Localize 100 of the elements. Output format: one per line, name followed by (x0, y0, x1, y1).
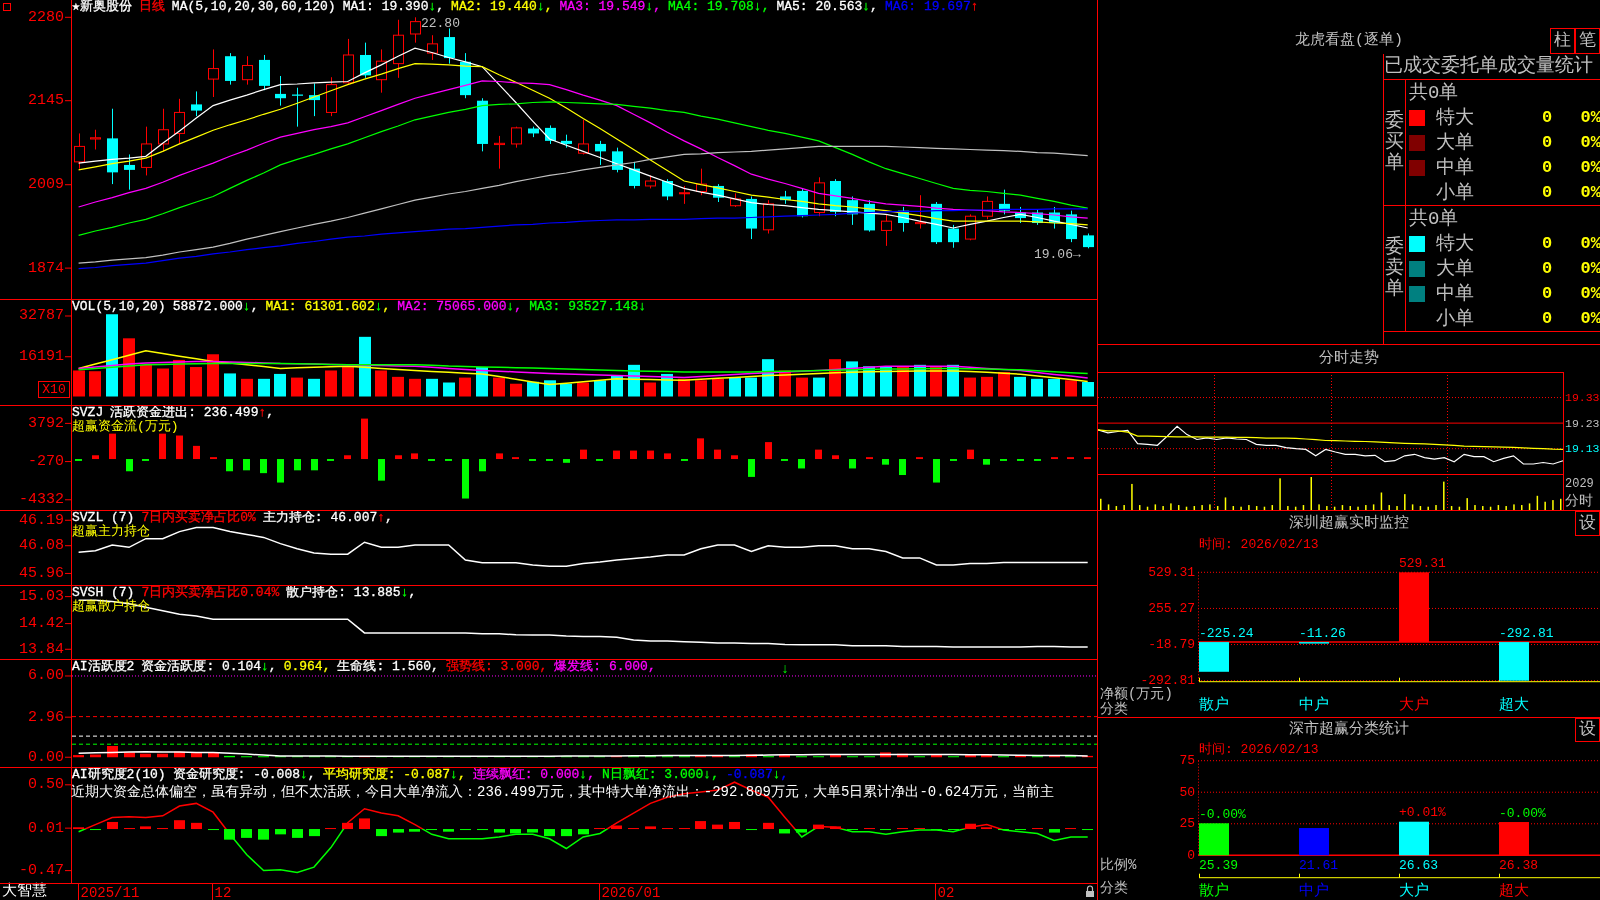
axis-label: 529.31 (1148, 564, 1195, 580)
legend-text: 爆发线: 6.000, (554, 660, 656, 674)
axis-label: -18.79 (1148, 637, 1195, 653)
category-label: 特大 (1436, 105, 1474, 130)
indicator-caption: 超赢主力持仓 (72, 525, 150, 539)
count-value: 0 (1541, 181, 1553, 204)
legend-text: MA5: 20.563↓, (776, 0, 878, 14)
table-title: 已成交委托单成交量统计 (1384, 55, 1593, 77)
legend-text: N日飘红: 3.000↓, (601, 768, 719, 782)
axis-label: 19.13 (1565, 442, 1600, 456)
axis-label: -270 (28, 453, 64, 471)
category-label: 小单 (1436, 180, 1474, 205)
count-value: 0 (1541, 156, 1553, 179)
category-label: 大户 (1399, 696, 1429, 714)
price-annotation: 22.80 (420, 15, 460, 31)
count-value: 0 (1541, 106, 1553, 129)
axis-label: 0.00 (28, 748, 64, 766)
axis-label: 0.01 (28, 819, 64, 837)
legend-text: 日线 (138, 0, 165, 14)
axis-label: 45.96 (19, 564, 64, 582)
legend-text: 连续飘红: 0.000↓, (472, 768, 595, 782)
legend-text: 58872.000↓, (172, 300, 259, 314)
count-value: 0 (1541, 307, 1553, 330)
category-label: 特大 (1436, 231, 1474, 256)
axis-label: 2.96 (28, 708, 64, 726)
group-label: 委买单 (1385, 111, 1404, 174)
axis-label: 75 (1179, 753, 1195, 769)
axis-label: 16191 (19, 348, 64, 366)
category-label: 散户 (1199, 696, 1229, 714)
count-value: 0 (1541, 232, 1553, 255)
category-label: 小单 (1436, 306, 1474, 331)
panel-title: 分时走势 (1319, 348, 1379, 369)
legend-text: MA4: 19.708↓, (668, 0, 770, 14)
legend-text: VOL(5,10,20) (72, 300, 166, 314)
legend-text: MA6: 19.697↑ (884, 0, 979, 14)
category-label: 中户 (1299, 696, 1329, 714)
legend-text: 7日内买卖净占比0% (141, 511, 256, 525)
axis-label: -4332 (19, 491, 64, 509)
category-label: 中单 (1436, 155, 1474, 180)
legend-text: MA2: 75065.000↓, (397, 300, 523, 314)
category-label: 大单 (1436, 256, 1474, 281)
date-label: 02 (937, 884, 955, 900)
axis-label: 2009 (28, 176, 64, 194)
axis-label: 3792 (28, 414, 64, 432)
legend-text: SVSH (7) (72, 586, 135, 600)
category-label: 散户 (1199, 883, 1229, 900)
axis-title: 比例% (1100, 857, 1137, 873)
axis-label: 0 (1187, 847, 1195, 863)
y-axis-title: X10 (42, 382, 66, 397)
axis-label: 46.19 (19, 511, 64, 529)
category-label: 中单 (1436, 281, 1474, 306)
axis-label: 25 (1179, 816, 1195, 832)
legend-text: MA1: 61301.602↓, (265, 300, 391, 314)
date-label: 2026/01 (601, 884, 661, 900)
axis-label: 32787 (19, 307, 64, 325)
legend-text: 活跃资金进出: 236.499↑, (110, 406, 275, 420)
group-label: 委卖单 (1385, 237, 1404, 300)
legend-text: 强势线: 3.000, (445, 660, 548, 674)
axis-label: 6.00 (28, 667, 64, 685)
axis-label: 2280 (28, 8, 64, 26)
axis-title: 分类 (1100, 701, 1128, 717)
axis-label: 19.33 (1565, 391, 1600, 405)
value-label: 26.38 (1499, 857, 1538, 873)
axis-label: 15.03 (19, 588, 64, 606)
price-annotation: 19.06→ (1033, 246, 1081, 262)
change-label: -0.00% (1199, 806, 1246, 822)
legend-text: -0.087↓, (726, 768, 789, 782)
axis-label: 14.42 (19, 615, 64, 633)
panel-title: 深市超赢分类统计 (1289, 720, 1409, 740)
value-label: 21.61 (1299, 857, 1338, 873)
time-label: 时间: 2026/02/13 (1199, 742, 1319, 757)
legend-text: 0.964, (283, 660, 331, 674)
axis-label: -0.47 (19, 862, 64, 880)
signal-arrow: ↓ (780, 661, 790, 677)
axis-label: 19.23 (1565, 416, 1600, 430)
legend-text: MA2: 19.440↓, (451, 0, 553, 14)
date-label: 12 (214, 884, 232, 900)
value-label: 529.31 (1399, 555, 1446, 571)
panel-title: 龙虎看盘(逐单) (1295, 30, 1403, 51)
value-label: -292.81 (1499, 625, 1554, 641)
legend-text: SVZL (7) (72, 511, 135, 525)
count-value: 0 (1541, 131, 1553, 154)
axis-label: 0.50 (28, 776, 64, 794)
panel-title: 深圳超赢实时监控 (1289, 513, 1409, 534)
axis-title: 分类 (1100, 880, 1128, 896)
date-label: 2025/11 (80, 884, 140, 900)
count-value: 0 (1541, 282, 1553, 305)
legend-text: MA3: 93527.148↓ (529, 300, 647, 314)
total-count: 共0单 (1408, 206, 1459, 231)
axis-label: 50 (1179, 784, 1195, 800)
legend-text: MA(5,10,20,30,60,120) (171, 0, 336, 14)
count-value: 0 (1541, 257, 1553, 280)
axis-title: 净额(万元) (1100, 686, 1173, 702)
change-label: -0.00% (1499, 805, 1546, 821)
value-label: -11.26 (1299, 625, 1346, 641)
value-label: -225.24 (1199, 625, 1254, 641)
total-count: 共0单 (1408, 80, 1459, 105)
axis-label: 2145 (28, 92, 64, 110)
axis-label: 46.08 (19, 537, 64, 555)
category-label: 超大 (1499, 696, 1529, 714)
